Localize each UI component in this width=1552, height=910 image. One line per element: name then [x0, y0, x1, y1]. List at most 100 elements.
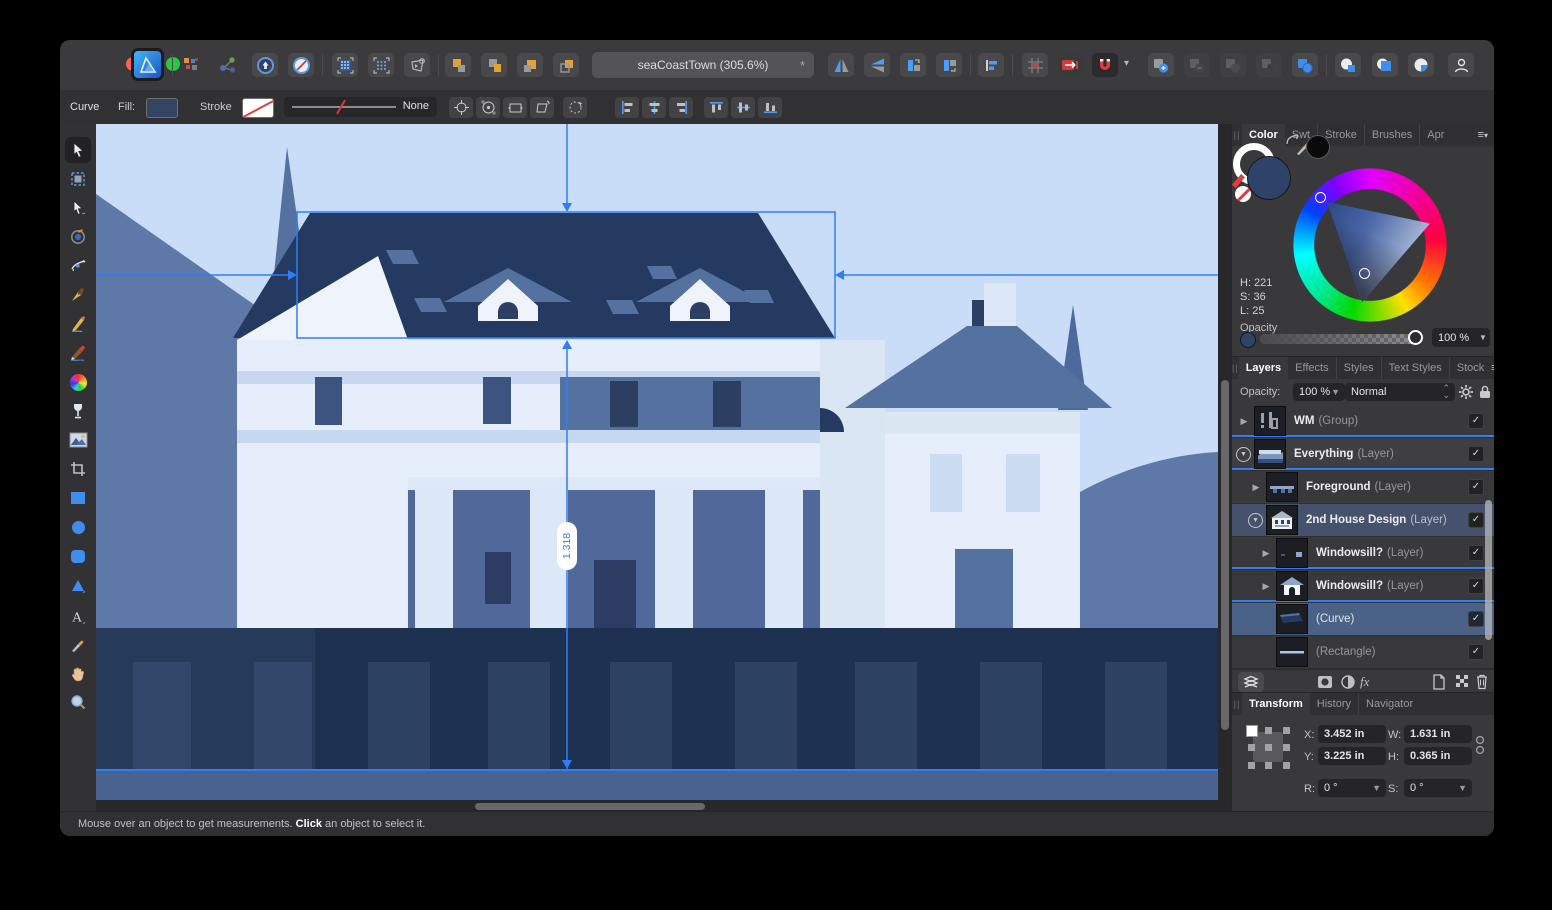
transform-objects-separately-icon[interactable] — [503, 97, 527, 118]
tab-navigator[interactable]: Navigator — [1359, 693, 1420, 715]
transparency-tool[interactable] — [65, 398, 91, 424]
grid-transform-icon[interactable] — [404, 53, 430, 77]
align-left-icon[interactable] — [615, 97, 639, 118]
new-pixel-layer-icon[interactable] — [1455, 674, 1470, 689]
move-to-back-icon[interactable] — [553, 53, 579, 77]
panel-menu-icon[interactable]: ≡▾ — [1478, 124, 1494, 146]
blend-options-gear-icon[interactable] — [1458, 384, 1474, 400]
boolean-combine-icon[interactable] — [1292, 53, 1318, 77]
new-layer-icon[interactable] — [1432, 674, 1446, 690]
pencil-tool[interactable] — [65, 311, 91, 337]
delete-trash-icon[interactable] — [1475, 673, 1489, 690]
color-squares-icon[interactable] — [178, 53, 204, 77]
link-dimensions-icon[interactable] — [1475, 733, 1485, 759]
disclosure-icon[interactable]: ▶ — [1260, 581, 1272, 592]
adjustment-icon[interactable] — [1340, 674, 1356, 690]
layer-row-foreground[interactable]: ▶ Foreground(Layer) ✓ — [1232, 471, 1494, 504]
layer-row-everything[interactable]: ▼ Everything(Layer) ✓ — [1232, 438, 1494, 471]
layer-row-wm[interactable]: ▶ WM(Group) ✓ — [1232, 405, 1494, 438]
opacity-slider[interactable] — [1260, 334, 1418, 344]
tab-history[interactable]: History — [1310, 693, 1359, 715]
publish-icon[interactable] — [252, 53, 278, 77]
move-by-whole-pixels-icon[interactable] — [1058, 53, 1084, 77]
snapping-options-caret-icon[interactable]: ▾ — [1124, 58, 1129, 69]
opacity-value-field[interactable]: 100 % — [1432, 328, 1480, 347]
h-field[interactable]: 0.365 in — [1404, 747, 1472, 765]
vertical-scrollbar[interactable] — [1221, 380, 1229, 730]
grid-dots-icon[interactable] — [368, 53, 394, 77]
zoom-tool[interactable] — [65, 689, 91, 715]
no-color-icon[interactable] — [1235, 186, 1251, 202]
lower-window[interactable] — [485, 552, 511, 604]
insert-behind-icon[interactable] — [1335, 53, 1361, 77]
layer-visibility-checkbox[interactable]: ✓ — [1468, 446, 1484, 462]
tab-text-styles[interactable]: Text Styles — [1382, 357, 1450, 379]
rectangle-tool[interactable] — [65, 485, 91, 511]
layer-thumbnail[interactable] — [1276, 604, 1308, 634]
insert-inside-icon[interactable] — [1408, 53, 1434, 77]
layer-thumbnail[interactable] — [1276, 571, 1308, 601]
unpublish-icon[interactable] — [288, 53, 314, 77]
shear-field[interactable]: 0 °▼ — [1404, 779, 1472, 797]
boolean-subtract-icon[interactable] — [1184, 53, 1210, 77]
anchor-top-left[interactable] — [1246, 725, 1258, 737]
panel-grip-icon[interactable]: || — [1232, 357, 1239, 379]
blend-mode-select[interactable]: Normal⌃⌄ — [1345, 383, 1455, 401]
layer-visibility-checkbox[interactable]: ✓ — [1468, 413, 1484, 429]
flip-horizontal-icon[interactable] — [828, 53, 854, 77]
fill-color-swatch[interactable] — [146, 98, 178, 118]
rotate-ccw-icon[interactable] — [900, 53, 926, 77]
color-wheel[interactable] — [1293, 168, 1447, 322]
w-field[interactable]: 1.631 in — [1404, 725, 1472, 743]
point-transform-tool[interactable] — [65, 224, 91, 250]
layers-stack-button[interactable] — [1238, 672, 1264, 692]
alignment-icon[interactable] — [978, 53, 1004, 77]
align-middle-vertical-icon[interactable] — [731, 97, 755, 118]
boolean-add-icon[interactable] — [1148, 53, 1174, 77]
saturation-lightness-marker[interactable] — [1359, 268, 1370, 279]
crop-tool[interactable] — [65, 456, 91, 482]
share-icon[interactable] — [215, 53, 241, 77]
canvas[interactable]: 1.318 — [96, 124, 1232, 812]
tab-appearance[interactable]: Apr — [1420, 124, 1451, 146]
window[interactable] — [610, 381, 638, 427]
transform-mode-icon[interactable] — [530, 97, 554, 118]
layer-row-2nd-house-design[interactable]: ▼ 2nd House Design(Layer) ✓ — [1232, 504, 1494, 537]
layers-opacity-field[interactable]: 100 %▼ — [1293, 383, 1345, 401]
stroke-width-slider[interactable] — [292, 106, 396, 108]
tab-styles[interactable]: Styles — [1337, 357, 1382, 379]
layer-row-rectangle[interactable]: (Rectangle) ✓ — [1232, 636, 1494, 669]
contour-tool[interactable] — [65, 253, 91, 279]
door[interactable] — [594, 560, 636, 628]
snapping-grid-icon[interactable] — [1022, 53, 1048, 77]
shape-tool[interactable] — [65, 573, 91, 599]
enable-transform-origin-icon[interactable] — [563, 97, 587, 118]
tab-transform[interactable]: Transform — [1242, 693, 1310, 715]
horizontal-scrollbar[interactable] — [475, 803, 705, 810]
window[interactable] — [713, 381, 741, 427]
ellipse-tool[interactable] — [65, 514, 91, 540]
align-top-icon[interactable] — [704, 97, 728, 118]
account-person-icon[interactable] — [1448, 53, 1474, 77]
layer-row-curve-selected[interactable]: (Curve) ✓ — [1232, 603, 1494, 636]
show-rotation-center-icon[interactable] — [449, 97, 473, 118]
panel-grip-icon[interactable]: || — [1232, 124, 1242, 146]
rounded-rectangle-tool[interactable] — [65, 543, 91, 569]
layer-row-windowsill-2[interactable]: ▶ Windowsill?(Layer) ✓ — [1232, 570, 1494, 603]
layer-visibility-checkbox[interactable]: ✓ — [1468, 479, 1484, 495]
ground-strip[interactable] — [96, 771, 1218, 800]
end-wall-shape[interactable] — [820, 340, 885, 628]
move-backward-icon[interactable] — [517, 53, 543, 77]
align-bottom-icon[interactable] — [758, 97, 782, 118]
lock-icon[interactable] — [1478, 384, 1492, 400]
layer-visibility-checkbox[interactable]: ✓ — [1468, 611, 1484, 627]
boolean-divide-icon[interactable] — [1256, 53, 1282, 77]
text-tool[interactable]: A — [65, 604, 91, 630]
disclosure-icon[interactable]: ▶ — [1238, 416, 1250, 427]
mask-icon[interactable] — [1317, 674, 1333, 690]
hue-marker[interactable] — [1315, 192, 1326, 203]
color-wheel-tool[interactable] — [65, 369, 91, 395]
window[interactable] — [483, 377, 511, 424]
rotate-cw-icon[interactable] — [936, 53, 962, 77]
insert-on-top-icon[interactable] — [1372, 53, 1398, 77]
